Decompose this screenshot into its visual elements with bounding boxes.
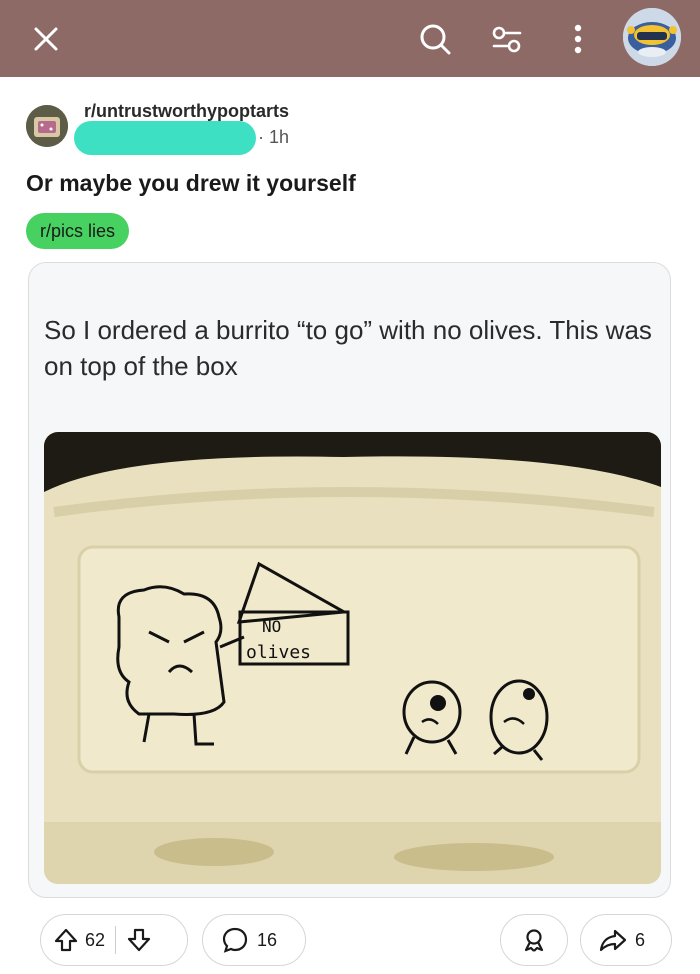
post-title[interactable]: Or maybe you drew it yourself xyxy=(26,170,356,197)
filter-icon xyxy=(492,26,522,52)
award-button[interactable] xyxy=(500,914,568,966)
top-bar xyxy=(0,0,700,77)
share-icon xyxy=(599,929,627,952)
more-options-button[interactable] xyxy=(560,0,596,77)
vote-divider xyxy=(115,926,117,954)
award-icon xyxy=(524,929,544,952)
poptart-icon xyxy=(26,105,68,147)
embedded-post-text: So I ordered a burrito “to go” with no o… xyxy=(44,315,652,381)
subreddit-avatar[interactable] xyxy=(26,105,68,147)
post-header: r/untrustworthypoptarts · 1h xyxy=(26,99,676,159)
action-bar: 62 16 6 xyxy=(0,914,700,972)
downvote-button[interactable] xyxy=(126,927,152,953)
filter-button[interactable] xyxy=(484,0,530,77)
post-time-value: 1h xyxy=(269,127,290,147)
subreddit-name[interactable]: r/untrustworthypoptarts xyxy=(84,101,289,122)
post-flair[interactable]: r/pics lies xyxy=(26,213,130,249)
comments-button[interactable]: 16 xyxy=(202,914,306,966)
downvote-icon xyxy=(127,928,151,952)
user-avatar[interactable] xyxy=(623,8,681,66)
redacted-username[interactable] xyxy=(74,121,256,155)
comment-count: 16 xyxy=(257,929,278,950)
upvote-count: 62 xyxy=(85,929,106,950)
vote-pill: 62 xyxy=(40,914,188,966)
upvote-icon xyxy=(54,928,78,952)
close-icon xyxy=(34,27,58,50)
search-icon xyxy=(420,24,451,54)
search-button[interactable] xyxy=(412,0,458,77)
close-button[interactable] xyxy=(22,0,70,77)
burrito-box-drawing: NO olives xyxy=(44,432,661,884)
upvote-button[interactable] xyxy=(53,927,79,953)
share-button[interactable]: 6 xyxy=(580,914,672,966)
more-icon xyxy=(574,24,582,53)
sign-text-olives: olives xyxy=(246,642,311,663)
comment-icon xyxy=(222,927,248,953)
avatar-icon xyxy=(623,8,681,66)
share-count: 6 xyxy=(635,929,646,950)
post-time: · 1h xyxy=(258,127,290,147)
sign-text-no: NO xyxy=(262,617,281,636)
post-image[interactable]: NO olives xyxy=(44,432,661,884)
